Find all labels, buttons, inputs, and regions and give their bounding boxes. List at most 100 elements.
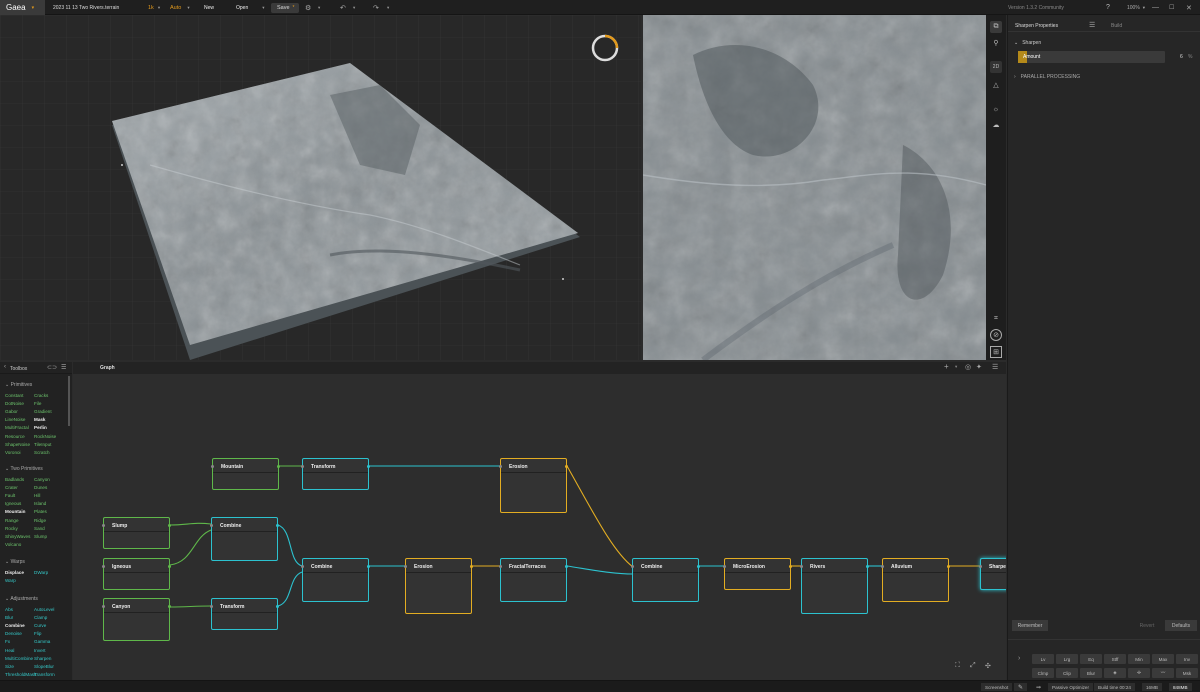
toolbox-item[interactable]: Clamp [34, 615, 47, 620]
menu-icon[interactable]: ☰ [1089, 21, 1095, 29]
graph-node-erosion[interactable]: Erosion [404, 558, 473, 614]
graph-node-microerosion[interactable]: MicroErosion [723, 558, 792, 590]
toolbox-item[interactable]: Canyon [34, 477, 50, 482]
input-port[interactable] [723, 565, 726, 568]
new-button[interactable]: New [204, 0, 214, 15]
graph-node-combine[interactable]: Combine [301, 558, 370, 602]
filter-button[interactable]: Eq [1080, 654, 1102, 664]
toolbox-item[interactable]: Volcano [5, 542, 21, 547]
toolbox-item[interactable]: Cracks [34, 393, 48, 398]
wave-icon[interactable]: 〰 [1152, 668, 1174, 678]
toolbox-item[interactable]: Sharpen [34, 656, 51, 661]
resolution-selector[interactable]: 1k ▾ [148, 0, 160, 15]
output-port[interactable] [276, 524, 279, 527]
graph-node-canyon[interactable]: Canyon [102, 598, 171, 641]
cloud-icon[interactable]: ☁ [990, 119, 1002, 131]
minimize-icon[interactable]: — [1152, 0, 1159, 15]
input-port[interactable] [102, 565, 105, 568]
section-header-parallel[interactable]: › PARALLEL PROCESSING [1014, 74, 1080, 80]
input-port[interactable] [210, 524, 213, 527]
tab-build[interactable]: Build [1111, 23, 1122, 29]
output-port[interactable] [947, 565, 950, 568]
filter-button[interactable]: Lv [1032, 654, 1054, 664]
redo-icon[interactable]: ↷ [373, 0, 379, 15]
input-port[interactable] [102, 605, 105, 608]
toolbox-item[interactable]: Fault [5, 493, 15, 498]
remember-button[interactable]: Remember [1012, 620, 1048, 631]
toolbox-item[interactable]: Heal [5, 648, 14, 653]
input-port[interactable] [979, 565, 982, 568]
toolbox-scrollbar[interactable] [68, 376, 70, 426]
output-port[interactable] [470, 565, 473, 568]
settings-icon[interactable]: ⚙ [305, 0, 311, 15]
viewport-2d[interactable] [643, 15, 986, 360]
toggle-icon[interactable]: ⊂⊃ [47, 364, 57, 371]
toolbox-item[interactable]: Blur [5, 615, 13, 620]
filter-button[interactable]: Max [1152, 654, 1174, 664]
toolbox-item[interactable]: File [34, 401, 41, 406]
toolbox-item[interactable]: Abs [5, 607, 13, 612]
output-port[interactable] [168, 565, 171, 568]
section-header-sharpen[interactable]: ⌄ Sharpen [1014, 40, 1041, 46]
output-port[interactable] [866, 565, 869, 568]
graph-node-sharpen[interactable]: Sharpen [979, 558, 1006, 590]
mountain-icon[interactable]: △ [990, 79, 1002, 91]
passive-optimizer-toggle[interactable]: Passive Optimizer [1048, 683, 1094, 691]
graph-node-combine[interactable]: Combine [631, 558, 700, 602]
filter-button[interactable]: Clmp [1032, 668, 1054, 678]
pencil-icon[interactable]: ✎ [1014, 683, 1028, 691]
layers-icon[interactable]: ⧉ [990, 21, 1002, 33]
chevron-down-icon[interactable]: ▾ [318, 0, 320, 15]
toolbox-item[interactable]: ThresholdMask [5, 672, 36, 677]
graph-node-erosion[interactable]: Erosion [499, 458, 568, 513]
menu-icon[interactable]: ☰ [61, 364, 66, 371]
output-port[interactable] [565, 565, 568, 568]
graph-node-alluvium[interactable]: Alluvium [881, 558, 950, 602]
toolbox-item[interactable]: MultiFractal [5, 425, 29, 430]
view-2d-button[interactable]: 2D [990, 61, 1002, 73]
graph-node-mountain[interactable]: Mountain [211, 458, 280, 490]
graph-node-rivers[interactable]: Rivers [800, 558, 869, 614]
toolbox-category-terrain[interactable]: ⌄ Two Primitives [5, 466, 43, 472]
amount-value[interactable]: 6 [1180, 54, 1183, 60]
grid-icon[interactable]: ⊞ [990, 346, 1002, 358]
help-icon[interactable]: ? [1106, 0, 1110, 15]
defaults-button[interactable]: Defaults [1165, 620, 1197, 631]
arrange-icon[interactable]: ✣ [985, 662, 991, 670]
input-port[interactable] [404, 565, 407, 568]
input-port[interactable] [211, 465, 214, 468]
sun-icon[interactable]: ☼ [990, 103, 1002, 115]
toolbox-item[interactable]: Crater [5, 485, 18, 490]
toolbox-item[interactable]: LineNoise [5, 417, 25, 422]
toolbox-item[interactable]: DWarp [34, 570, 48, 575]
toolbox-item[interactable]: Perlin [34, 425, 47, 430]
toolbox-item[interactable]: Range [5, 518, 19, 523]
graph-node-transform[interactable]: Transform [210, 598, 279, 630]
star-icon[interactable]: ✣ [1128, 668, 1150, 678]
input-port[interactable] [499, 565, 502, 568]
graph-node-transform[interactable]: Transform [301, 458, 370, 490]
toolbox-item[interactable]: Sand [34, 526, 45, 531]
toolbox-item[interactable]: DotNoise [5, 401, 24, 406]
chevron-down-icon[interactable]: ▾ [353, 0, 355, 15]
toolbox-item[interactable]: Displace [5, 570, 24, 575]
toolbox-item[interactable]: RockNoise [34, 434, 56, 439]
toolbox-item[interactable]: Badlands [5, 477, 24, 482]
toolbox-item[interactable]: Hill [34, 493, 40, 498]
input-port[interactable] [301, 465, 304, 468]
chevron-left-icon[interactable]: ‹ [4, 364, 6, 370]
toolbox-item[interactable]: Scratch [34, 450, 50, 455]
chevron-down-icon[interactable]: ▾ [387, 0, 389, 15]
screenshot-button[interactable]: Screenshot [981, 683, 1013, 691]
filter-button[interactable]: Inv [1176, 654, 1198, 664]
toolbox-category-primitives[interactable]: ⌄ Primitives [5, 382, 32, 388]
output-port[interactable] [697, 565, 700, 568]
input-port[interactable] [631, 565, 634, 568]
zoom-selector[interactable]: 100% ▾ [1127, 0, 1145, 15]
graph-node-slump[interactable]: Slump [102, 517, 171, 549]
filter-button[interactable]: Lrg [1056, 654, 1078, 664]
output-port[interactable] [168, 524, 171, 527]
maximize-icon[interactable]: ☐ [1169, 0, 1174, 15]
toolbox-item[interactable]: Island [34, 501, 46, 506]
toolbox-item[interactable]: Mountain [5, 509, 25, 514]
